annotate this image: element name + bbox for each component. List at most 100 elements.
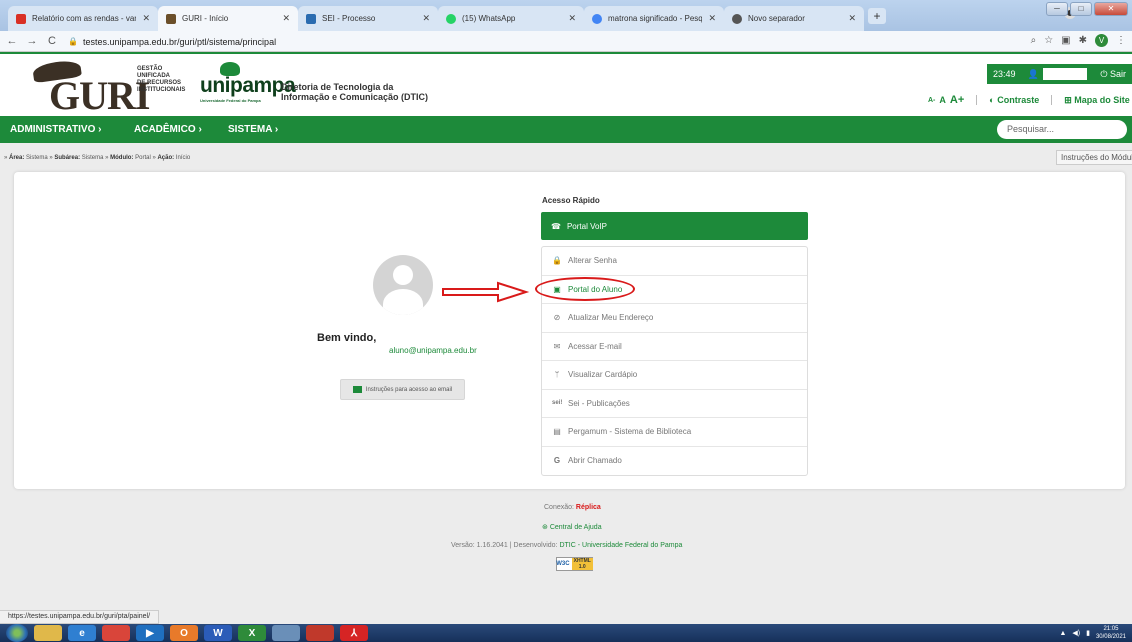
menu-administrativo[interactable]: ADMINISTRATIVO › [10,116,101,143]
close-icon[interactable]: ✕ [848,13,856,24]
pdf-reader-icon[interactable]: ⅄ [340,625,368,641]
annotation-arrow [442,281,530,303]
font-decrease-button[interactable]: A- [928,97,935,104]
paint-icon[interactable] [272,625,300,641]
quick-access-label: Visualizar Cardápio [568,370,638,380]
word-icon[interactable]: W [204,625,232,641]
internet-explorer-icon[interactable]: e [68,625,96,641]
font-normal-button[interactable]: A [939,95,946,105]
window-controls: ─ □ ✕ [1046,2,1128,16]
close-window-button[interactable]: ✕ [1094,2,1128,16]
tab-sei[interactable]: SEI - Processo ✕ [298,6,438,31]
quick-access-title: Acesso Rápido [542,196,600,205]
sei-icon: sei! [552,400,563,407]
minimize-button[interactable]: ─ [1046,2,1068,16]
tab-whatsapp[interactable]: (15) WhatsApp ✕ [438,6,584,31]
quick-access-atualizar-endereco[interactable]: ⊘ Atualizar Meu Endereço [542,304,807,333]
quick-access-label: Alterar Senha [568,256,617,266]
close-icon[interactable]: ✕ [568,13,576,24]
volume-icon[interactable]: ◀) [1072,629,1080,637]
quick-access-visualizar-cardapio[interactable]: ᛘ Visualizar Cardápio [542,361,807,390]
file-explorer-icon[interactable] [34,625,62,641]
tab-label: Relatório com as rendas - vanus [32,14,137,23]
quick-access-label: Sei - Publicações [568,398,630,408]
help-link[interactable]: ⊛ Central de Ajuda [542,523,602,531]
close-icon[interactable]: ✕ [708,13,716,24]
url-text: testes.unipampa.edu.br/guri/ptl/sistema/… [82,36,277,47]
menu-sistema[interactable]: SISTEMA › [228,116,278,143]
address-icon: ⊘ [553,313,561,323]
puzzle-icon[interactable]: ✱ [1079,35,1087,46]
search-input[interactable]: Pesquisar... [997,120,1127,139]
quick-access-abrir-chamado[interactable]: G Abrir Chamado [542,447,807,476]
close-icon[interactable]: ✕ [142,13,150,24]
opera-icon[interactable]: O [170,625,198,641]
quick-access-label: Atualizar Meu Endereço [568,313,654,323]
developer-link[interactable]: DTIC - Universidade Federal do Pampa [559,542,682,549]
system-clock[interactable]: 21:05 30/08/2021 [1096,625,1126,641]
breadcrumb-area[interactable]: Sistema [26,155,48,161]
app-icon[interactable] [306,625,334,641]
breadcrumb-action: Início [175,155,191,161]
network-icon[interactable]: ▮ [1086,629,1090,637]
clock-time: 21:05 [1103,626,1119,632]
tab-guri[interactable]: GURI - Início ✕ [158,6,298,31]
sitemap-link[interactable]: ⊞ Mapa do Site [1064,95,1130,106]
breadcrumb-area-label: Área: [9,155,25,161]
lock-icon: 🔒 [552,256,562,266]
star-icon[interactable]: ☆ [1044,35,1053,46]
redacted-username [1042,68,1087,80]
user-email: aluno@unipampa.edu.br [389,346,477,355]
forward-icon[interactable]: → [24,35,40,47]
new-tab-button[interactable]: + [868,8,886,24]
address-bar: ← → C 🔒 testes.unipampa.edu.br/guri/ptl/… [0,31,1132,52]
quick-access-pergamum[interactable]: ▤ Pergamum - Sistema de Biblioteca [542,418,807,447]
tab-label: (15) WhatsApp [462,14,516,23]
email-instructions-button[interactable]: Instruções para acesso ao email [340,379,465,400]
subtitle-line: UNIFICADA [137,73,170,79]
excel-icon[interactable]: X [238,625,266,641]
quick-access-alterar-senha[interactable]: 🔒 Alterar Senha [542,247,807,276]
contrast-button[interactable]: ◐ Contraste [989,95,1039,105]
portal-voip-button[interactable]: ☎ Portal VoIP [541,212,808,240]
extension-icon[interactable]: ▣ [1061,35,1070,46]
quick-access-sei-publicacoes[interactable]: sei! Sei - Publicações [542,390,807,418]
book-icon: ▤ [553,427,561,437]
quick-access-acessar-email[interactable]: ✉ Acessar E-mail [542,333,807,361]
tab-new[interactable]: Novo separador ✕ [724,6,864,31]
url-field[interactable]: 🔒 testes.unipampa.edu.br/guri/ptl/sistem… [68,33,1038,50]
sitemap-label: Mapa do Site [1074,94,1130,105]
quick-access-label: Pergamum - Sistema de Biblioteca [568,427,692,437]
chrome-icon[interactable] [102,625,130,641]
font-increase-button[interactable]: A+ [950,94,964,106]
w3c-badge[interactable]: W3C XHTML 1.0 [556,557,593,571]
zoom-icon[interactable]: ⌕ [1031,35,1037,46]
close-icon[interactable]: ✕ [422,13,430,24]
guri-icon [166,13,176,24]
logout-button[interactable]: ⏻ Sair [1100,69,1126,80]
contrast-icon: ◐ [989,95,995,105]
menu-icon[interactable]: ⋮ [1116,35,1126,46]
back-icon[interactable]: ← [4,35,20,47]
guri-logo[interactable]: GURI [19,58,150,118]
connection-label: Conexão: [544,504,574,511]
start-button[interactable] [6,624,28,642]
tab-gmail[interactable]: Relatório com as rendas - vanus ✕ [8,6,158,31]
contrast-label: Contraste [997,95,1040,105]
menu-academico[interactable]: ACADÊMICO › [134,116,202,143]
logout-label: Sair [1109,68,1126,79]
close-icon[interactable]: ✕ [282,13,290,24]
arrow-up-icon[interactable]: ▲ [1059,630,1066,637]
breadcrumb-subarea[interactable]: Sistema [82,155,104,161]
media-player-icon[interactable]: ▶ [136,625,164,641]
reload-icon[interactable]: C [44,35,60,47]
profile-icon[interactable]: V [1095,34,1108,47]
status-url: https://testes.unipampa.edu.br/guri/pta/… [0,610,160,624]
sitemap-icon: ⊞ [1064,94,1072,105]
chrome-icon [732,13,742,24]
module-instructions-button[interactable]: Instruções do Módulo [1056,150,1132,165]
tab-google[interactable]: matrona significado - Pesquisa G ✕ [584,6,724,31]
breadcrumb-module[interactable]: Portal [135,155,151,161]
maximize-button[interactable]: □ [1070,2,1092,16]
clock-date: 30/08/2021 [1095,634,1126,640]
